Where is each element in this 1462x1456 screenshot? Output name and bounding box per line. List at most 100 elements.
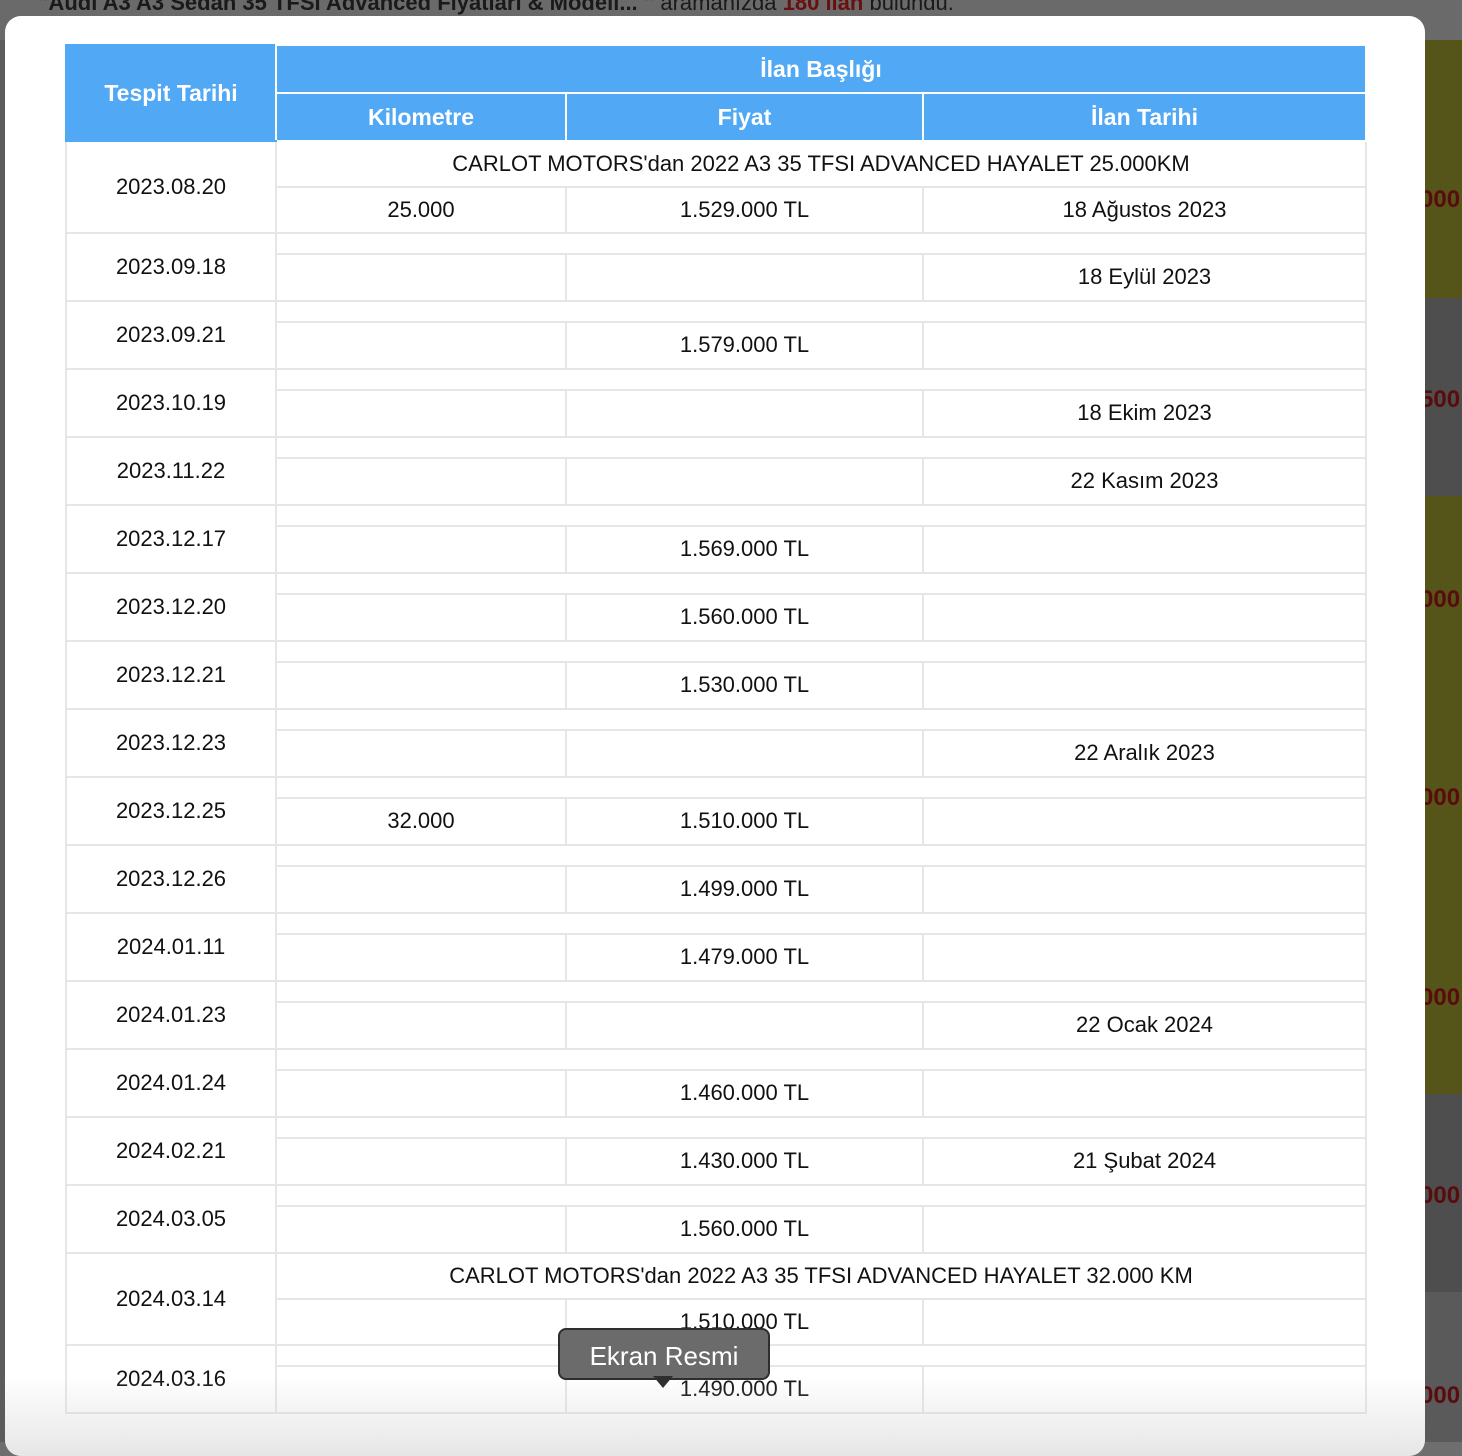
detection-date-cell: 2024.01.23 [65,980,277,1050]
header-price: Fiyat [565,92,924,142]
listing-date-cell [921,592,1368,643]
search-query: "Audi A3 A3 Sedan 35 TFSI Advanced Fiyat… [38,0,655,15]
table-row: 2023.12.26 [65,844,1368,914]
detection-date-cell: 2023.12.20 [65,572,277,642]
background-price: 000 [1420,984,1461,1011]
listing-title-spacer [274,368,1368,391]
kilometre-cell [275,864,567,915]
listing-title-cell: CARLOT MOTORS'dan 2022 A3 35 TFSI ADVANC… [274,1252,1368,1300]
listing-date-cell [921,524,1368,575]
detection-date-cell: 2024.03.16 [65,1344,277,1414]
table-row: 2024.01.11 [65,912,1368,982]
listing-date-cell [921,1068,1368,1119]
detection-date-cell: 2023.12.21 [65,640,277,710]
price-cell: 1.529.000 TL [565,186,924,234]
listing-title-spacer [274,844,1368,867]
listing-date-cell: 22 Ocak 2024 [921,1000,1368,1051]
table-row: 2024.01.23 [65,980,1368,1050]
table-row: 2023.09.21 [65,300,1368,370]
price-cell [565,456,924,507]
kilometre-cell [275,728,567,779]
tooltip-arrow [653,1376,673,1388]
header-kilometre: Kilometre [275,92,567,142]
background-price: 000 [1420,586,1461,613]
kilometre-cell [275,1204,567,1255]
price-history-table: Tespit Tarihi İlan Başlığı Kilometre Fiy… [65,44,1368,1415]
price-history-modal: Tespit Tarihi İlan Başlığı Kilometre Fiy… [5,16,1425,1456]
listing-title-spacer [274,1344,1368,1367]
listing-title-spacer [274,1116,1368,1139]
price-cell [565,252,924,303]
listing-date-cell: 21 Şubat 2024 [921,1136,1368,1187]
table-row: 2023.12.17 [65,504,1368,574]
detection-date-cell: 2023.09.18 [65,232,277,302]
detection-date-cell: 2023.12.26 [65,844,277,914]
table-row: 2023.12.25 [65,776,1368,846]
table-row: 2023.08.20 CARLOT MOTORS'dan 2022 A3 35 T… [65,140,1368,234]
kilometre-cell [275,1364,567,1415]
price-cell: 1.499.000 TL [565,864,924,915]
listing-title-spacer [274,436,1368,459]
detection-date-cell: 2024.03.05 [65,1184,277,1254]
detection-date-cell: 2024.03.14 [65,1252,277,1346]
price-cell: 1.569.000 TL [565,524,924,575]
listing-date-cell [921,864,1368,915]
background-price: 000 [1420,1182,1461,1209]
listing-title-spacer [274,232,1368,255]
background-price: 500 [1420,386,1461,413]
listing-date-cell [921,932,1368,983]
listing-date-cell [921,1364,1368,1415]
detection-date-cell: 2023.12.17 [65,504,277,574]
listing-title-spacer [274,572,1368,595]
listing-title-spacer [274,708,1368,731]
listing-date-cell: 22 Aralık 2023 [921,728,1368,779]
listing-date-cell [921,660,1368,711]
price-cell [565,728,924,779]
kilometre-cell [275,592,567,643]
price-cell: 1.479.000 TL [565,932,924,983]
table-row: 2023.10.19 [65,368,1368,438]
listing-title-spacer [274,1048,1368,1071]
kilometre-cell [275,1298,567,1346]
table-row: 2024.03.14 CARLOT MOTORS'dan 2022 A3 35 T… [65,1252,1368,1346]
kilometre-cell [275,1000,567,1051]
listing-date-cell: 18 Ekim 2023 [921,388,1368,439]
background-listing-row [1422,1292,1462,1442]
listing-date-cell [921,1204,1368,1255]
background-price: 000 [1420,186,1461,213]
detection-date-cell: 2023.09.21 [65,300,277,370]
listing-title-spacer [274,504,1368,527]
background-price: 000 [1420,1382,1461,1409]
kilometre-cell [275,1068,567,1119]
kilometre-cell [275,456,567,507]
detection-date-cell: 2024.01.11 [65,912,277,982]
kilometre-cell [275,388,567,439]
header-listing-title: İlan Başlığı [274,44,1368,94]
background-price: 000 [1420,784,1461,811]
listing-title-spacer [274,776,1368,799]
kilometre-cell [275,660,567,711]
search-tail-text: bulundu. [863,0,954,15]
listing-date-cell: 18 Eylül 2023 [921,252,1368,303]
background-listing-row [1422,40,1462,298]
table-row: 2023.11.22 [65,436,1368,506]
search-mid-text: aramanızda [654,0,783,15]
listing-title-spacer [274,640,1368,663]
listing-title-spacer [274,300,1368,323]
table-row: 2023.12.20 [65,572,1368,642]
kilometre-cell [275,1136,567,1187]
price-cell: 1.560.000 TL [565,1204,924,1255]
listing-title-spacer [274,912,1368,935]
table-body: 2023.08.20 CARLOT MOTORS'dan 2022 A3 35 T… [65,140,1368,1415]
listing-date-cell [921,320,1368,371]
listing-title-spacer [274,980,1368,1003]
kilometre-cell [275,252,567,303]
price-cell: 1.430.000 TL [565,1136,924,1187]
price-cell: 1.510.000 TL [565,796,924,847]
table-row: 2024.03.05 [65,1184,1368,1254]
table-row: 2023.12.23 [65,708,1368,778]
kilometre-cell: 25.000 [275,186,567,234]
listing-date-cell: 22 Kasım 2023 [921,456,1368,507]
listing-title-cell: CARLOT MOTORS'dan 2022 A3 35 TFSI ADVANC… [274,140,1368,188]
detection-date-cell: 2024.02.21 [65,1116,277,1186]
